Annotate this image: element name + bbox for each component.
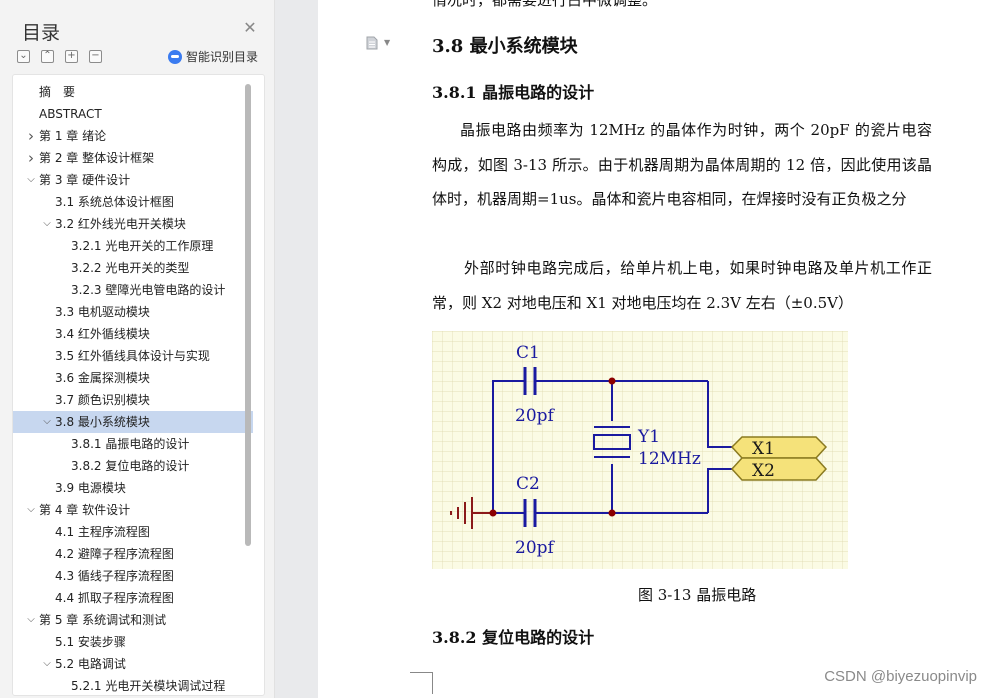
toc-item[interactable]: 5.2.1 光电开关模块调试过程 xyxy=(13,675,253,695)
toc-item[interactable]: 3.8.2 复位电路的设计 xyxy=(13,455,253,477)
toc-sidebar: 目录 ✕ ⌄ ⌃ + − 智能识别目录 摘 要 ABSTRACT › 第 1 章 绪论… xyxy=(0,0,275,698)
x1-label: X1 xyxy=(752,439,775,459)
chevron-down-icon[interactable]: ⌵ xyxy=(41,213,53,235)
c1-value: 20pf xyxy=(515,406,556,426)
chevron-down-icon[interactable]: ⌵ xyxy=(25,499,37,521)
toc-item[interactable]: ABSTRACT xyxy=(13,103,253,125)
expand-all-icon[interactable]: ⌄ xyxy=(17,50,30,63)
toc-item[interactable]: › 第 1 章 绪论 xyxy=(13,125,253,147)
toc-item[interactable]: › 第 2 章 整体设计框架 xyxy=(13,147,253,169)
toc-item-label: ABSTRACT xyxy=(39,107,102,121)
toc-item-label: 3.6 金属探测模块 xyxy=(55,371,150,385)
toc-item-label: 3.4 红外循线模块 xyxy=(55,327,150,341)
toc-item[interactable]: 摘 要 xyxy=(13,81,253,103)
toc-item[interactable]: 4.1 主程序流程图 xyxy=(13,521,253,543)
toc-item[interactable]: ⌵ 3.2 红外线光电开关模块 xyxy=(13,213,253,235)
toc-item-label: 3.5 红外循线具体设计与实现 xyxy=(55,349,210,363)
toc-item-label: 3.7 颜色识别模块 xyxy=(55,393,150,407)
toc-item-label: 3.2.3 壁障光电管电路的设计 xyxy=(71,283,226,297)
document-icon[interactable] xyxy=(365,36,379,50)
toc-item-label: 3.1 系统总体设计框图 xyxy=(55,195,174,209)
c2-value: 20pf xyxy=(515,538,556,558)
toc-item-label: 3.9 电源模块 xyxy=(55,481,126,495)
toc-item-label: 4.1 主程序流程图 xyxy=(55,525,150,539)
chevron-down-icon[interactable]: ⌵ xyxy=(25,169,37,191)
toc-item[interactable]: 3.8.1 晶振电路的设计 xyxy=(13,433,253,455)
chevron-down-icon[interactable]: ▼ xyxy=(384,38,390,47)
toc-item-label: 3.3 电机驱动模块 xyxy=(55,305,150,319)
x2-label: X2 xyxy=(752,461,775,481)
cut-off-text: 情况时，都需要进行占中微调整。 xyxy=(432,0,658,9)
toc-item-label: 摘 要 xyxy=(39,85,76,99)
heading-3-8-1: 3.8.1 晶振电路的设计 xyxy=(432,83,595,102)
toc-item-label: 5.1 安装步骤 xyxy=(55,635,126,649)
y1-value: 12MHz xyxy=(638,449,701,469)
toc-item-label: 第 4 章 软件设计 xyxy=(39,503,131,517)
toc-item[interactable]: ⌵ 第 3 章 硬件设计 xyxy=(13,169,253,191)
toc-title: 目录 xyxy=(22,22,61,44)
chevron-down-icon[interactable]: ⌵ xyxy=(25,609,37,631)
csdn-watermark: CSDN @biyezuopinvip xyxy=(824,668,977,685)
toc-item-label: 4.4 抓取子程序流程图 xyxy=(55,591,174,605)
toc-item[interactable]: 5.1 安装步骤 xyxy=(13,631,253,653)
toc-item-label: 3.8.2 复位电路的设计 xyxy=(71,459,190,473)
toc-item-label: 第 3 章 硬件设计 xyxy=(39,173,131,187)
toc-item[interactable]: ⌵ 第 5 章 系统调试和测试 xyxy=(13,609,253,631)
toc-item[interactable]: 3.9 电源模块 xyxy=(13,477,253,499)
toc-item[interactable]: 4.3 循线子程序流程图 xyxy=(13,565,253,587)
paragraph-clock-test: 外部时钟电路完成后，给单片机上电，如果时钟电路及单片机工作正常，则 X2 对地电… xyxy=(432,259,932,312)
toc-item[interactable]: 3.3 电机驱动模块 xyxy=(13,301,253,323)
smart-toc-button[interactable]: 智能识别目录 xyxy=(168,48,258,65)
toc-item-label: 3.2.1 光电开关的工作原理 xyxy=(71,239,214,253)
toc-item[interactable]: 4.4 抓取子程序流程图 xyxy=(13,587,253,609)
toc-item-label: 5.2.1 光电开关模块调试过程 xyxy=(71,679,226,693)
c2-label: C2 xyxy=(516,474,540,494)
toc-item-label: 5.2 电路调试 xyxy=(55,657,126,671)
heading-3-8: 3.8 最小系统模块 xyxy=(432,36,578,57)
smart-toc-icon xyxy=(168,49,182,64)
toc-item-label: 3.8 最小系统模块 xyxy=(55,415,150,429)
y1-label: Y1 xyxy=(637,427,660,447)
chevron-right-icon[interactable]: › xyxy=(25,147,37,169)
toc-item[interactable]: 4.2 避障子程序流程图 xyxy=(13,543,253,565)
toc-item-label: 4.2 避障子程序流程图 xyxy=(55,547,174,561)
toc-item[interactable]: 3.2.2 光电开关的类型 xyxy=(13,257,253,279)
toc-item[interactable]: 3.7 颜色识别模块 xyxy=(13,389,253,411)
toc-scrollbar[interactable] xyxy=(245,84,251,546)
toc-item-label: 第 2 章 整体设计框架 xyxy=(39,151,155,165)
toc-item-label: 第 1 章 绪论 xyxy=(39,129,107,143)
toc-item[interactable]: 3.1 系统总体设计框图 xyxy=(13,191,253,213)
paragraph-crystal-circuit: 晶振电路由频率为 12MHz 的晶体作为时钟，两个 20pF 的瓷片电容构成，如… xyxy=(432,121,932,208)
toc-item-label: 4.3 循线子程序流程图 xyxy=(55,569,174,583)
chevron-down-icon[interactable]: ⌵ xyxy=(41,411,53,433)
add-icon[interactable]: + xyxy=(65,50,78,63)
toc-item-label: 第 5 章 系统调试和测试 xyxy=(39,613,167,627)
toc-item[interactable]: 3.4 红外循线模块 xyxy=(13,323,253,345)
close-icon[interactable]: ✕ xyxy=(242,20,258,36)
toc-item[interactable]: 3.5 红外循线具体设计与实现 xyxy=(13,345,253,367)
figure-caption: 图 3-13 晶振电路 xyxy=(638,586,757,604)
page-corner-mark xyxy=(410,672,433,694)
remove-icon[interactable]: − xyxy=(89,50,102,63)
toc-item[interactable]: 3.2.1 光电开关的工作原理 xyxy=(13,235,253,257)
toc-item[interactable]: ⌵ 第 4 章 软件设计 xyxy=(13,499,253,521)
toc-item-label: 3.2.2 光电开关的类型 xyxy=(71,261,190,275)
smart-toc-label: 智能识别目录 xyxy=(186,50,259,64)
toc-item[interactable]: 3.2.3 壁障光电管电路的设计 xyxy=(13,279,253,301)
toc-item[interactable]: ⌵ 5.2 电路调试 xyxy=(13,653,253,675)
page-gutter xyxy=(275,0,318,698)
toc-item[interactable]: ⌵ 3.8 最小系统模块 xyxy=(13,411,253,433)
toc-panel: 摘 要 ABSTRACT › 第 1 章 绪论 › 第 2 章 整体设计框架 ⌵ 第 3 章 … xyxy=(12,74,265,696)
toc-item-label: 3.8.1 晶振电路的设计 xyxy=(71,437,190,451)
toc-item-label: 3.2 红外线光电开关模块 xyxy=(55,217,186,231)
toc-item[interactable]: 3.6 金属探测模块 xyxy=(13,367,253,389)
chevron-down-icon[interactable]: ⌵ xyxy=(41,653,53,675)
collapse-all-icon[interactable]: ⌃ xyxy=(41,50,54,63)
c1-label: C1 xyxy=(516,343,540,363)
chevron-right-icon[interactable]: › xyxy=(25,125,37,147)
toc-list: 摘 要 ABSTRACT › 第 1 章 绪论 › 第 2 章 整体设计框架 ⌵ 第 3 章 … xyxy=(13,81,253,695)
crystal-circuit-figure: C1 20pf C2 20pf Y1 12MHz X1 X2 xyxy=(432,331,848,569)
heading-3-8-2: 3.8.2 复位电路的设计 xyxy=(432,628,595,647)
